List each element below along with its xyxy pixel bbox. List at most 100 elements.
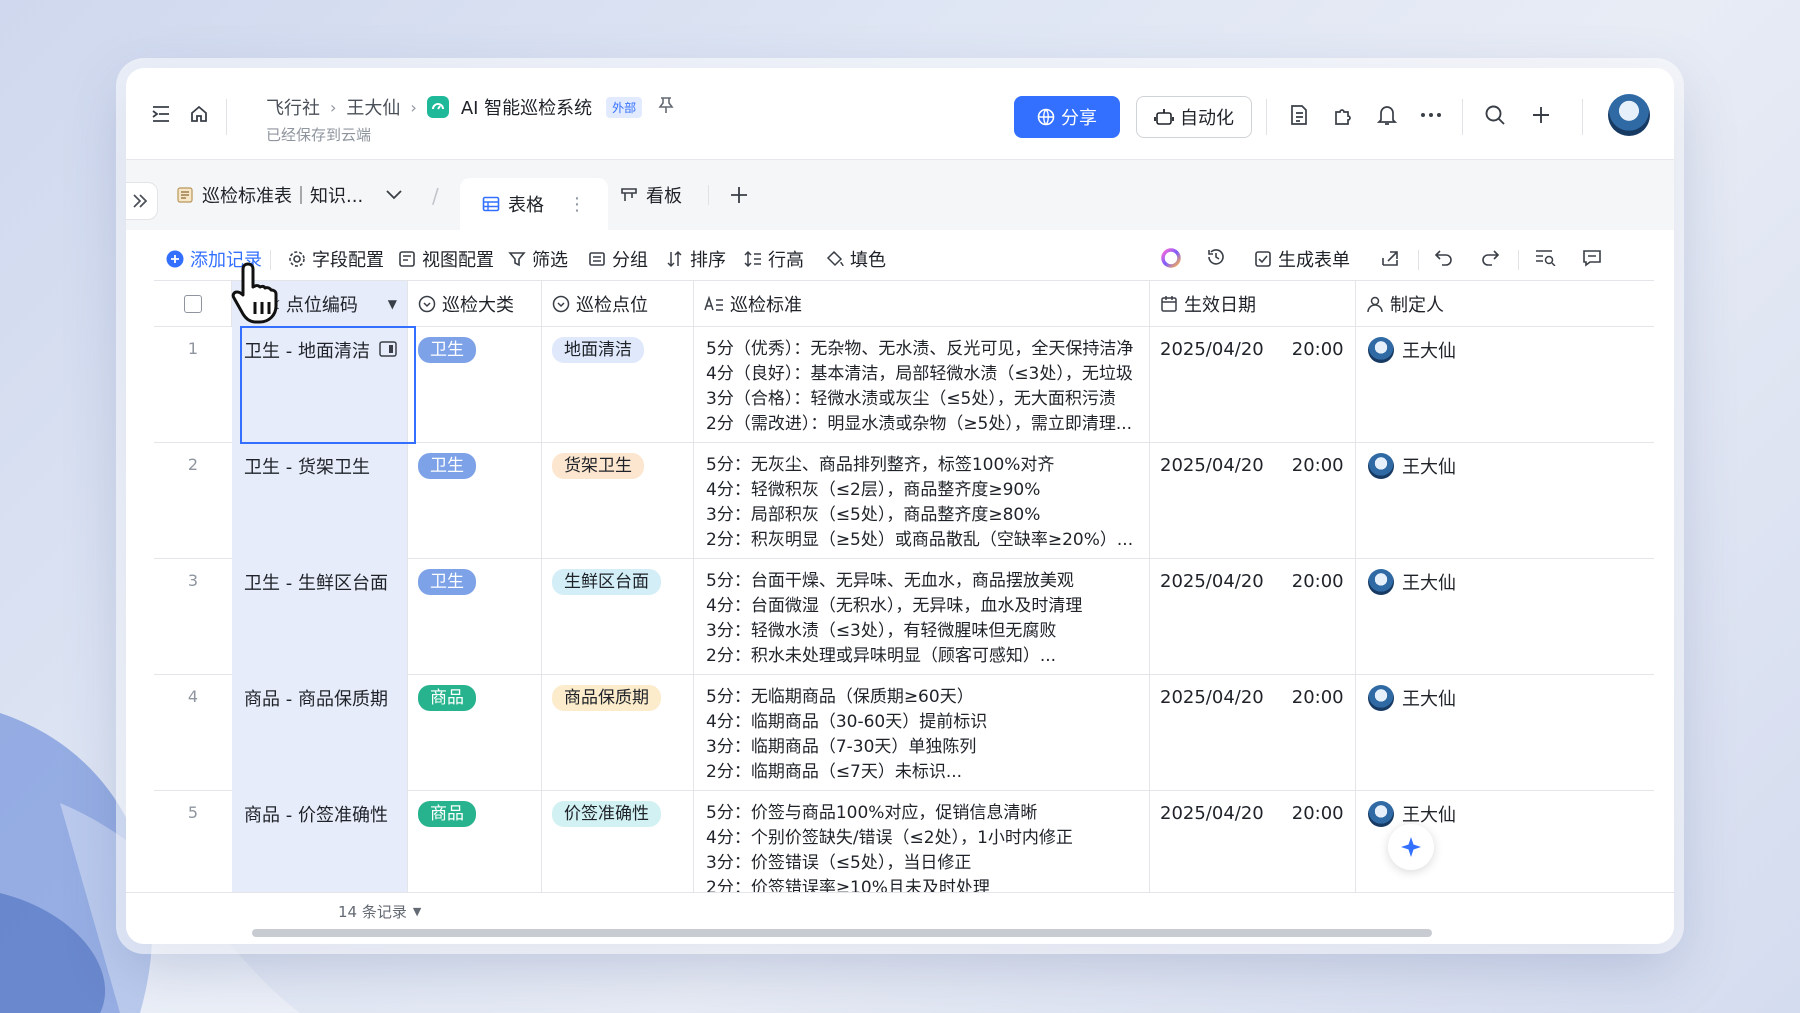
- expand-record-icon[interactable]: [379, 339, 397, 365]
- date-cell[interactable]: 2025/04/20 20:00: [1150, 327, 1356, 443]
- time-value: 20:00: [1291, 339, 1344, 360]
- share-export-icon[interactable]: [1380, 248, 1400, 268]
- fill-color-button[interactable]: 填色: [826, 246, 886, 272]
- row-number: 1: [187, 339, 199, 358]
- history-icon[interactable]: [1206, 247, 1226, 267]
- category-cell[interactable]: 商品: [408, 675, 542, 791]
- add-view-icon[interactable]: [724, 180, 754, 210]
- category-cell[interactable]: 卫生: [408, 559, 542, 675]
- date-value: 2025/04/20: [1160, 455, 1264, 476]
- standard-cell[interactable]: 5分：台面干燥、无异味、无血水，商品摆放美观 4分：台面微湿（无积水），无异味，…: [694, 559, 1150, 675]
- horizontal-scrollbar[interactable]: [252, 929, 1432, 937]
- code-cell[interactable]: 卫生 - 货架卫生: [232, 443, 408, 559]
- expand-sidebar-icon[interactable]: [126, 182, 158, 220]
- tab-grid-view[interactable]: 表格 ⋮: [460, 178, 608, 230]
- select-all-checkbox[interactable]: [154, 281, 232, 327]
- form-icon: [1255, 251, 1271, 267]
- comment-icon[interactable]: [1582, 248, 1602, 268]
- document-icon[interactable]: [1284, 100, 1314, 130]
- code-cell[interactable]: 商品 - 商品保质期: [232, 675, 408, 791]
- code-cell[interactable]: 卫生 - 生鲜区台面: [232, 559, 408, 675]
- point-cell[interactable]: 地面清洁: [542, 327, 694, 443]
- sparkle-icon: [1401, 837, 1421, 857]
- tab-kanban-label: 看板: [646, 186, 682, 207]
- date-cell[interactable]: 2025/04/20 20:00: [1150, 675, 1356, 791]
- time-value: 20:00: [1291, 803, 1344, 824]
- category-cell[interactable]: 卫生: [408, 443, 542, 559]
- tab-options-icon[interactable]: ⋮: [568, 194, 586, 215]
- view-tabs-bar: 巡检标准表｜知识... / 表格 ⋮ 看板: [126, 160, 1674, 230]
- point-cell[interactable]: 商品保质期: [542, 675, 694, 791]
- view-config-icon: [399, 251, 415, 267]
- group-button[interactable]: 分组: [588, 246, 648, 272]
- time-value: 20:00: [1291, 687, 1344, 708]
- code-cell[interactable]: 卫生 - 地面清洁: [232, 327, 408, 443]
- automation-button[interactable]: 自动化: [1136, 96, 1252, 138]
- undo-icon[interactable]: [1434, 248, 1454, 266]
- standard-line: 3分：临期商品（7-30天）单独陈列: [706, 737, 977, 757]
- breadcrumb-item-workspace[interactable]: 飞行社: [266, 94, 320, 120]
- table-row[interactable]: 1 卫生 - 地面清洁 卫生 地面清洁 5分（优秀）：无杂物、无水渍、反光可见，…: [154, 327, 1654, 443]
- more-icon[interactable]: [1416, 100, 1446, 130]
- owner-cell[interactable]: 王大仙: [1356, 443, 1476, 559]
- generate-form-button[interactable]: 生成表单: [1254, 246, 1350, 272]
- add-icon[interactable]: [1526, 100, 1556, 130]
- caret-down-icon[interactable]: ▼: [388, 297, 397, 311]
- user-avatar[interactable]: [1608, 94, 1650, 136]
- home-icon[interactable]: [184, 99, 214, 129]
- standard-cell[interactable]: 5分：价签与商品100%对应，促销信息清晰 4分：个别价签缺失/错误（≤2处），…: [694, 791, 1150, 892]
- code-cell[interactable]: 商品 - 价签准确性: [232, 791, 408, 892]
- standard-line: 2分：积灰明显（≥5处）或商品散乱（空缺率≥20%）...: [706, 530, 1134, 550]
- standard-cell[interactable]: 5分：无灰尘、商品排列整齐，标签100%对齐 4分：轻微积灰（≤2层），商品整齐…: [694, 443, 1150, 559]
- row-height-button[interactable]: 行高: [744, 246, 804, 272]
- ai-assistant-button[interactable]: [1388, 824, 1434, 870]
- date-cell[interactable]: 2025/04/20 20:00: [1150, 559, 1356, 675]
- column-header-point[interactable]: 巡检点位: [542, 281, 694, 327]
- search-icon[interactable]: [1480, 100, 1510, 130]
- filter-button[interactable]: 筛选: [508, 246, 568, 272]
- redo-icon[interactable]: [1480, 248, 1500, 266]
- category-cell[interactable]: 商品: [408, 791, 542, 892]
- plugin-icon[interactable]: [1328, 100, 1358, 130]
- column-label-category: 巡检大类: [442, 295, 514, 316]
- column-header-category[interactable]: 巡检大类: [408, 281, 542, 327]
- field-config-button[interactable]: 字段配置: [288, 246, 384, 272]
- breadcrumb-item-user[interactable]: 王大仙: [346, 94, 400, 120]
- record-count[interactable]: 14 条记录 ▼: [338, 901, 421, 922]
- date-cell[interactable]: 2025/04/20 20:00: [1150, 443, 1356, 559]
- column-header-standard[interactable]: 巡检标准: [694, 281, 1150, 327]
- row-number: 3: [187, 571, 199, 590]
- category-tag: 卫生: [418, 453, 476, 479]
- bell-icon[interactable]: [1372, 100, 1402, 130]
- table-selector[interactable]: 巡检标准表｜知识...: [176, 160, 403, 230]
- owner-cell[interactable]: 王大仙: [1356, 559, 1476, 675]
- chevron-down-icon[interactable]: [385, 189, 403, 201]
- pin-icon[interactable]: [658, 96, 674, 119]
- app-title[interactable]: AI 智能巡检系统: [461, 94, 592, 120]
- sidebar-toggle-icon[interactable]: [146, 99, 176, 129]
- owner-cell[interactable]: 王大仙: [1356, 675, 1476, 791]
- standard-cell[interactable]: 5分（优秀）：无杂物、无水渍、反光可见，全天保持洁净 4分（良好）：基本清洁，局…: [694, 327, 1150, 443]
- person-icon: [1367, 296, 1383, 313]
- owner-cell[interactable]: 王大仙: [1356, 327, 1476, 443]
- row-height-label: 行高: [768, 250, 804, 271]
- find-icon[interactable]: [1534, 248, 1556, 266]
- sort-button[interactable]: 排序: [666, 246, 726, 272]
- share-label: 分享: [1061, 108, 1097, 129]
- point-cell[interactable]: 货架卫生: [542, 443, 694, 559]
- view-config-button[interactable]: 视图配置: [398, 246, 494, 272]
- column-header-date[interactable]: 生效日期: [1150, 281, 1356, 327]
- standard-cell[interactable]: 5分：无临期商品（保质期≥60天） 4分：临期商品（30-60天）提前标识 3分…: [694, 675, 1150, 791]
- point-cell[interactable]: 价签准确性: [542, 791, 694, 892]
- category-cell[interactable]: 卫生: [408, 327, 542, 443]
- tab-kanban-view[interactable]: 看板: [620, 160, 682, 230]
- point-cell[interactable]: 生鲜区台面: [542, 559, 694, 675]
- date-cell[interactable]: 2025/04/20 20:00: [1150, 791, 1356, 892]
- point-tag: 生鲜区台面: [552, 569, 661, 595]
- column-header-owner[interactable]: 制定人: [1356, 281, 1476, 327]
- table-row[interactable]: 4 商品 - 商品保质期 商品 商品保质期 5分：无临期商品（保质期≥60天） …: [154, 675, 1654, 791]
- share-button[interactable]: 分享: [1014, 96, 1120, 138]
- ai-color-icon[interactable]: [1160, 247, 1182, 269]
- table-row[interactable]: 2 卫生 - 货架卫生 卫生 货架卫生 5分：无灰尘、商品排列整齐，标签100%…: [154, 443, 1654, 559]
- table-row[interactable]: 3 卫生 - 生鲜区台面 卫生 生鲜区台面 5分：台面干燥、无异味、无血水，商品…: [154, 559, 1654, 675]
